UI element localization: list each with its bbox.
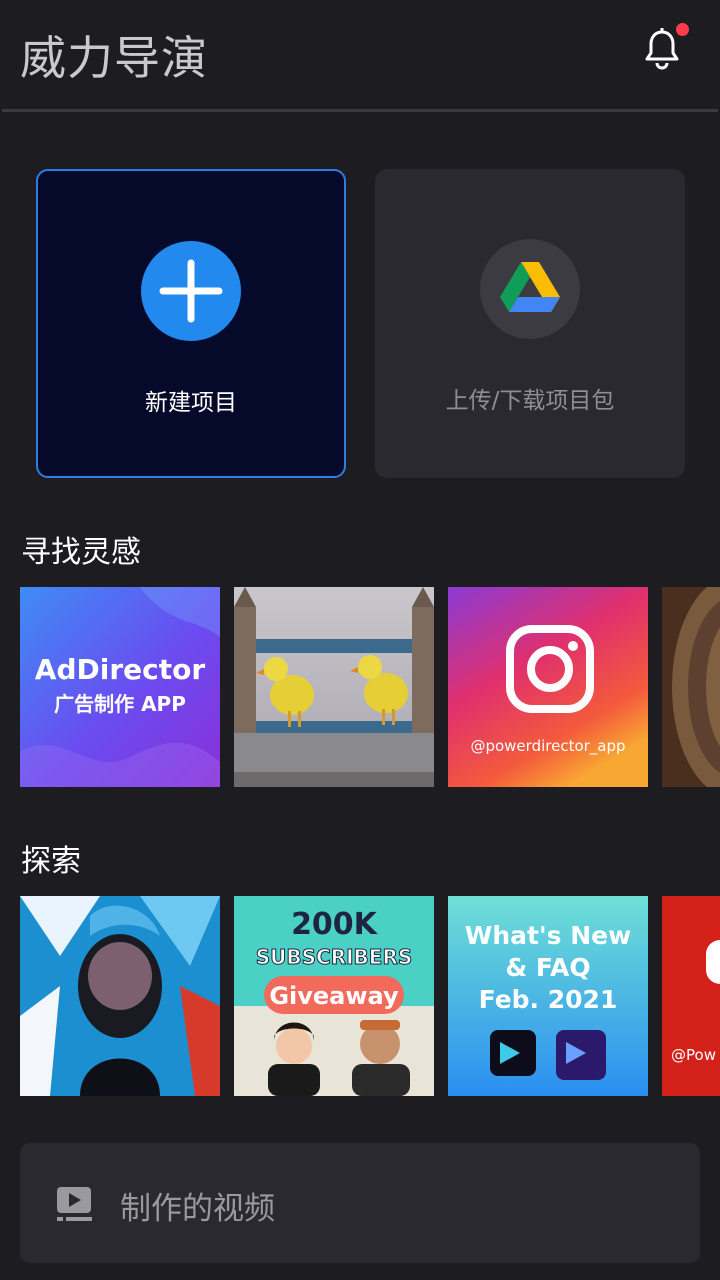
inspiration-row: AdDirector 广告制作 APP @powerdirector_app	[20, 587, 720, 787]
youtube-caption: @Pow	[671, 1046, 716, 1064]
upload-download-button[interactable]: 上传/下载项目包	[375, 169, 685, 478]
produced-videos-button[interactable]: 制作的视频	[20, 1143, 700, 1263]
new-project-button[interactable]: 新建项目	[36, 169, 346, 478]
whats-new-tile[interactable]: What's New & FAQ Feb. 2021	[448, 896, 648, 1096]
upload-download-label: 上传/下载项目包	[445, 388, 615, 414]
video-library-icon	[57, 1187, 92, 1221]
plus-icon	[141, 241, 241, 341]
addirector-title: AdDirector	[35, 653, 206, 686]
explore-row: 200K SUBSCRIBERS Giveaway What's New & F…	[20, 896, 720, 1096]
new-project-label: 新建项目	[145, 390, 237, 416]
addirector-subtitle: 广告制作 APP	[54, 692, 186, 716]
explore-section-title: 探索	[21, 844, 81, 879]
wood-tile[interactable]	[662, 587, 720, 787]
tower-bridge-tile[interactable]	[234, 587, 434, 787]
header: 威力导演	[0, 0, 720, 112]
whats-new-line1: What's New	[465, 921, 631, 950]
inspiration-section-title: 寻找灵感	[21, 535, 141, 570]
instagram-tile[interactable]: @powerdirector_app	[448, 587, 648, 787]
addirector-tile[interactable]: AdDirector 广告制作 APP	[20, 587, 220, 787]
giveaway-line2: SUBSCRIBERS	[256, 945, 413, 969]
art-portrait-tile[interactable]	[20, 896, 220, 1096]
youtube-tile[interactable]: @Pow	[662, 896, 720, 1096]
app-title: 威力导演	[20, 31, 208, 85]
giveaway-tile[interactable]: 200K SUBSCRIBERS Giveaway	[234, 896, 434, 1096]
instagram-caption: @powerdirector_app	[470, 737, 625, 756]
giveaway-line3: Giveaway	[269, 982, 399, 1010]
whats-new-line3: Feb. 2021	[479, 985, 618, 1014]
giveaway-line1: 200K	[291, 907, 379, 942]
header-divider	[2, 109, 718, 112]
google-drive-icon	[480, 239, 580, 339]
whats-new-line2: & FAQ	[505, 953, 590, 982]
produced-videos-label: 制作的视频	[120, 1191, 275, 1227]
notification-badge	[676, 23, 689, 36]
